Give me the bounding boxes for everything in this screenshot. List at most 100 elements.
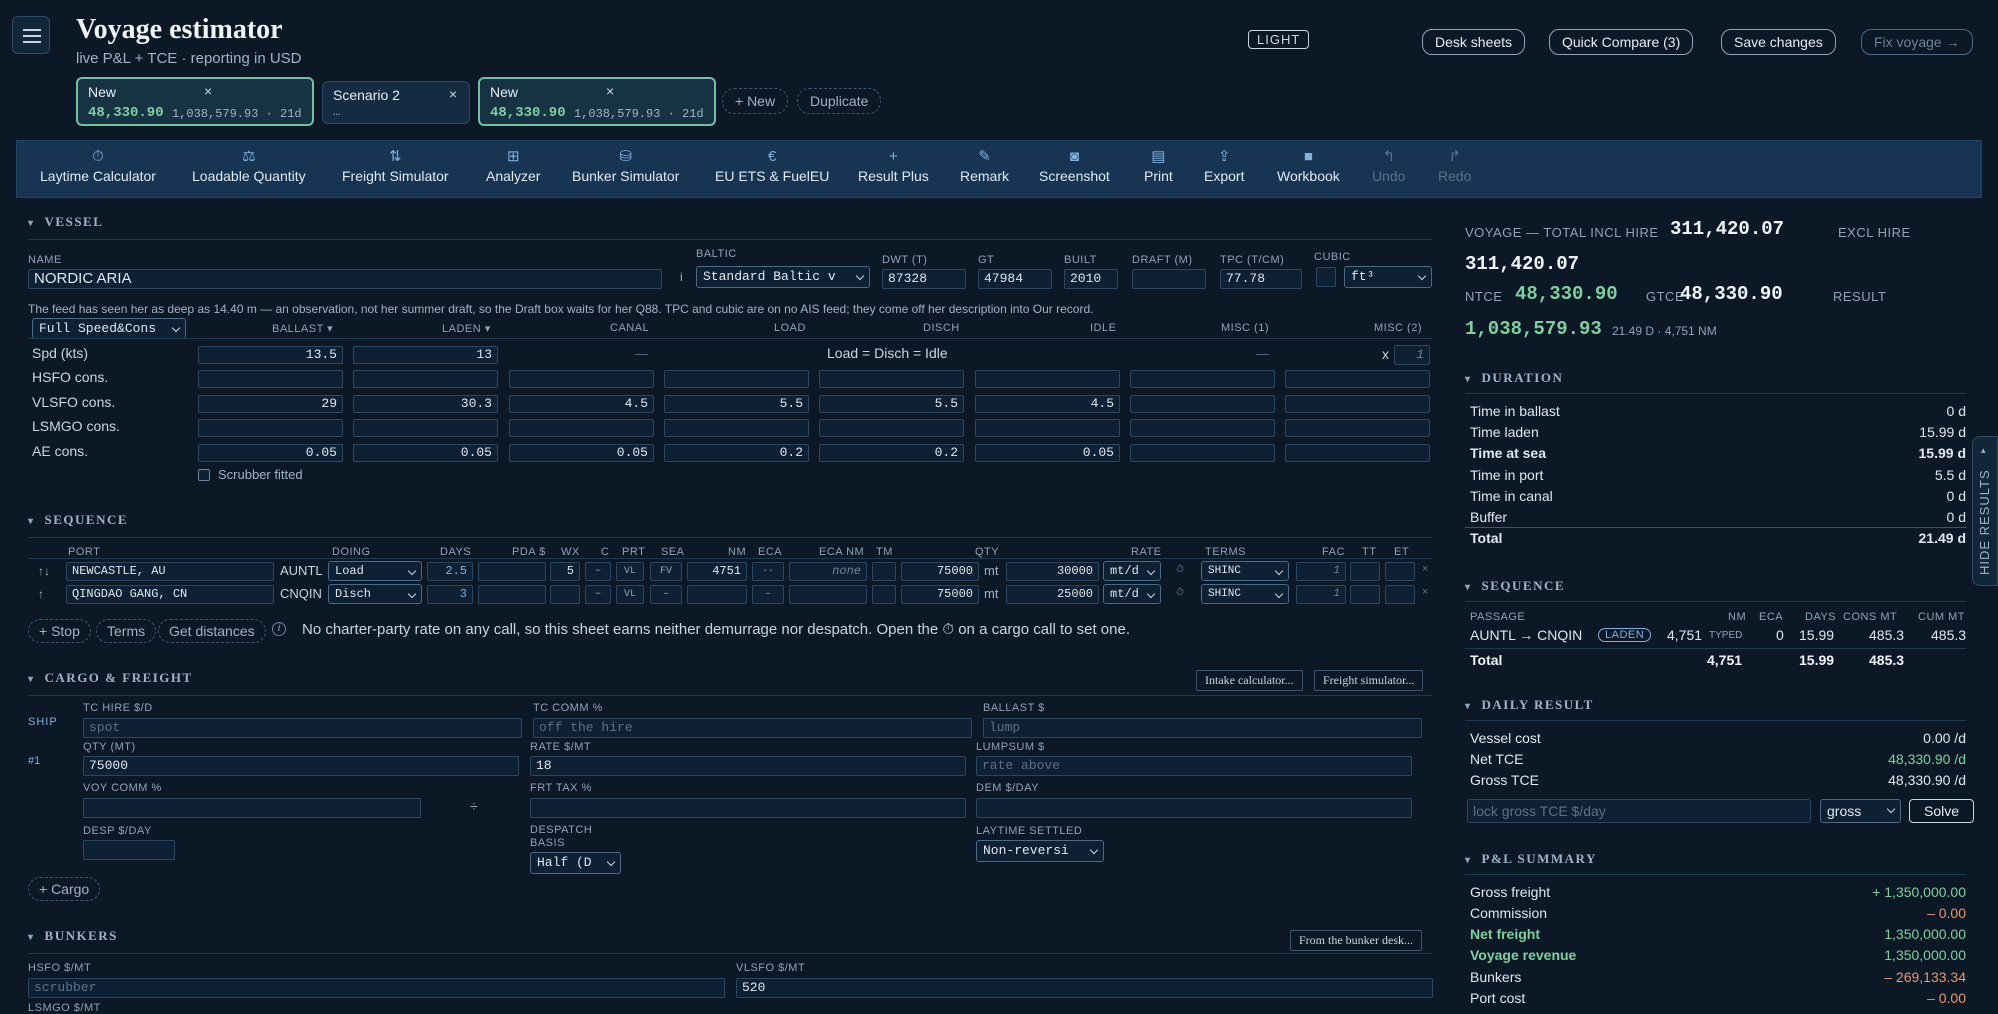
- dem-input[interactable]: [976, 798, 1412, 818]
- voy-comm-input[interactable]: [83, 798, 421, 818]
- fac-input[interactable]: 1: [1296, 562, 1346, 581]
- scenario-tab[interactable]: Scenario 2 × …: [322, 81, 470, 124]
- info-icon[interactable]: i: [680, 270, 683, 284]
- lumpsum-input[interactable]: rate above: [976, 756, 1412, 776]
- laytime-clock-icon[interactable]: ⏱: [1176, 587, 1184, 598]
- hsfo-input[interactable]: scrubber: [28, 978, 725, 998]
- perf-cell-input[interactable]: [509, 419, 654, 437]
- wx-input[interactable]: [550, 585, 580, 604]
- doing-select[interactable]: Disch: [328, 584, 422, 604]
- baltic-select[interactable]: Standard Baltic v: [696, 266, 870, 288]
- scenario-tab[interactable]: New × 48,330.90 1,038,579.93 · 21d: [76, 77, 314, 126]
- eca-toggle[interactable]: –: [752, 585, 784, 604]
- prt-toggle[interactable]: VL: [616, 585, 644, 604]
- seq-summary-section-header[interactable]: SEQUENCE: [1465, 578, 1565, 594]
- desk-sheets-button[interactable]: Desk sheets: [1422, 29, 1526, 55]
- laytime-calculator-button[interactable]: ⏱ Laytime Calculator: [40, 146, 156, 184]
- solve-button[interactable]: Solve: [1909, 799, 1975, 823]
- perf-cell-input[interactable]: [664, 419, 809, 437]
- perf-cell-input[interactable]: [1130, 444, 1275, 462]
- perf-cell-input[interactable]: [819, 370, 964, 388]
- bunker-desk-button[interactable]: From the bunker desk...: [1290, 930, 1422, 951]
- built-input[interactable]: 2010: [1064, 269, 1118, 289]
- perf-cell-input[interactable]: 4.5: [509, 395, 654, 413]
- perf-cell-input[interactable]: [664, 370, 809, 388]
- nm-input[interactable]: 4751: [687, 562, 747, 581]
- result-plus-button[interactable]: + Result Plus: [858, 146, 929, 184]
- fix-voyage-button[interactable]: Fix voyage →: [1861, 29, 1973, 55]
- days-input[interactable]: 2.5: [427, 562, 473, 581]
- add-stop-button[interactable]: + Stop: [28, 619, 91, 643]
- quick-compare-button[interactable]: Quick Compare (3): [1549, 29, 1694, 55]
- perf-cell-input[interactable]: [353, 419, 498, 437]
- perf-cell-input[interactable]: [1130, 419, 1275, 437]
- screenshot-button[interactable]: ◙ Screenshot: [1039, 146, 1110, 184]
- qty-input[interactable]: 75000: [901, 585, 979, 604]
- redo-button[interactable]: ↱ Redo: [1438, 146, 1471, 184]
- terms-select[interactable]: SHINC: [1201, 561, 1289, 581]
- terms-select[interactable]: SHINC: [1201, 584, 1289, 604]
- nm-input[interactable]: [687, 585, 747, 604]
- tt-input[interactable]: [1350, 585, 1380, 604]
- perf-cell-input[interactable]: [353, 370, 498, 388]
- perf-cell-input[interactable]: 0.05: [509, 444, 654, 462]
- export-button[interactable]: ⇪ Export: [1204, 146, 1244, 184]
- qty-input[interactable]: 75000: [83, 756, 519, 776]
- frt-tax-input[interactable]: [530, 798, 966, 818]
- intake-calculator-button[interactable]: Intake calculator...: [1196, 670, 1303, 691]
- perf-cell-input[interactable]: 0.2: [664, 444, 809, 462]
- cubic-unit-select[interactable]: ft³: [1344, 266, 1432, 288]
- rate-input[interactable]: 30000: [1006, 562, 1099, 581]
- et-input[interactable]: [1385, 562, 1415, 581]
- perf-cell-input[interactable]: 0.05: [353, 444, 498, 462]
- c-toggle[interactable]: –: [585, 585, 611, 604]
- scrubber-checkbox[interactable]: [198, 469, 210, 481]
- rate-input[interactable]: 25000: [1006, 585, 1099, 604]
- perf-cell-input[interactable]: 0.05: [975, 444, 1120, 462]
- wx-input[interactable]: 5: [550, 562, 580, 581]
- duplicate-button[interactable]: Duplicate: [797, 88, 882, 114]
- cargo-section-header[interactable]: CARGO & FREIGHT: [28, 670, 193, 686]
- perf-cell-input[interactable]: [1285, 444, 1430, 462]
- analyzer-button[interactable]: ⊞ Analyzer: [486, 146, 540, 184]
- perf-cell-input[interactable]: 13: [353, 346, 498, 364]
- sequence-section-header[interactable]: SEQUENCE: [28, 512, 128, 528]
- pda-input[interactable]: [478, 562, 546, 581]
- port-input[interactable]: NEWCASTLE, AU: [66, 562, 274, 581]
- remove-row-icon[interactable]: ×: [1422, 563, 1428, 575]
- speed-mode-select[interactable]: Full Speed&Cons: [32, 318, 186, 339]
- vlsfo-input[interactable]: 520: [736, 978, 1433, 998]
- vessel-name-input[interactable]: NORDIC ARIA: [28, 269, 662, 289]
- perf-cell-input[interactable]: 0.05: [198, 444, 343, 462]
- perf-cell-input[interactable]: 29: [198, 395, 343, 413]
- tt-input[interactable]: [1350, 562, 1380, 581]
- tm-input[interactable]: [872, 585, 896, 604]
- menu-button[interactable]: [12, 16, 50, 54]
- draft-input[interactable]: [1132, 269, 1206, 289]
- perf-cell-input[interactable]: 5.5: [819, 395, 964, 413]
- perf-cell-input[interactable]: 30.3: [353, 395, 498, 413]
- rate-unit-select[interactable]: mt/d: [1103, 584, 1161, 604]
- prt-toggle[interactable]: VL: [616, 562, 644, 581]
- days-input[interactable]: 3: [427, 585, 473, 604]
- eca-toggle[interactable]: ··: [752, 562, 784, 581]
- perf-cell-input[interactable]: 5.5: [664, 395, 809, 413]
- perf-cell-input[interactable]: [1285, 395, 1430, 413]
- sea-toggle[interactable]: FV: [650, 562, 682, 581]
- perf-cell-input[interactable]: [975, 419, 1120, 437]
- vessel-section-header[interactable]: VESSEL: [28, 214, 103, 230]
- misc2-multiplier-input[interactable]: 1: [1394, 345, 1430, 365]
- col-ballast[interactable]: BALLAST ▾: [272, 322, 333, 335]
- tpc-input[interactable]: 77.78: [1220, 269, 1302, 289]
- despatch-basis-select[interactable]: Half (D: [530, 852, 621, 874]
- port-input[interactable]: QINGDAO GANG, CN: [66, 585, 274, 604]
- undo-button[interactable]: ↰ Undo: [1372, 146, 1405, 184]
- freight-simulator-link[interactable]: Freight simulator...: [1314, 670, 1424, 691]
- rate-input[interactable]: 18: [530, 756, 966, 776]
- add-cargo-button[interactable]: + Cargo: [28, 877, 101, 901]
- pnl-section-header[interactable]: P&L SUMMARY: [1465, 851, 1597, 867]
- hide-results-tab[interactable]: HIDE RESULTS ▴: [1972, 436, 1998, 586]
- print-button[interactable]: ▤ Print: [1144, 146, 1173, 184]
- close-icon[interactable]: ×: [204, 83, 212, 99]
- daily-result-section-header[interactable]: DAILY RESULT: [1465, 697, 1594, 713]
